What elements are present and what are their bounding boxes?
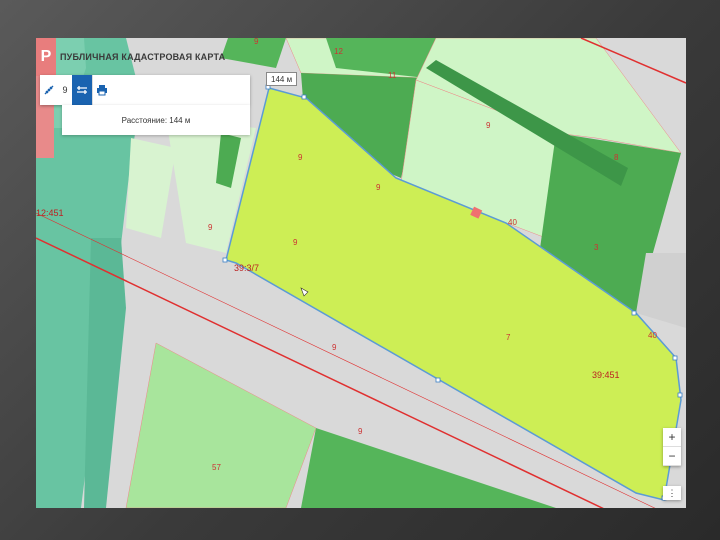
map-label: 9	[298, 153, 303, 162]
app-header: Р ПУБЛИЧНАЯ КАДАСТРОВАЯ КАРТА	[36, 38, 256, 76]
map-label: 39:3/7	[234, 263, 259, 273]
zoom-out-button[interactable]: −	[663, 447, 681, 466]
print-icon[interactable]	[93, 75, 111, 105]
zoom-controls: + −	[663, 428, 681, 466]
map-label: 9	[332, 343, 337, 352]
map-options-button[interactable]: ⋮	[663, 486, 681, 500]
map-label: 3	[594, 243, 599, 252]
logo-icon[interactable]: Р	[36, 38, 56, 76]
ruler-icon[interactable]	[40, 75, 58, 105]
distance-text: Расстояние: 144 м	[121, 115, 191, 125]
zoom-in-button[interactable]: +	[663, 428, 681, 447]
measure-result-panel: Расстояние: 144 м	[62, 105, 250, 135]
map-label: 7	[506, 333, 511, 342]
map-label: 12:451	[36, 208, 64, 218]
options-label: ⋮	[667, 487, 677, 498]
ruler-count: 9	[62, 85, 68, 95]
map-label: 9	[358, 427, 363, 436]
map-label: 9	[208, 223, 213, 232]
app-title: ПУБЛИЧНАЯ КАДАСТРОВАЯ КАРТА	[60, 52, 226, 62]
map-label: 12	[334, 47, 343, 56]
map-label: 40	[648, 331, 657, 340]
distance-measure-icon[interactable]	[72, 75, 92, 105]
map-label: 9	[293, 238, 298, 247]
map-label: 39:451	[592, 370, 620, 380]
map-label: 8	[614, 153, 619, 162]
distance-tooltip: 144 м	[266, 72, 298, 86]
map-viewport[interactable]: 9 12 11 9 9 8 9 40 9 3 9 7 9 9 57 12:451…	[36, 38, 686, 508]
map-label: 9	[486, 121, 491, 130]
map-label: 40	[508, 218, 517, 227]
map-label: 9	[376, 183, 381, 192]
tooltip-text: 144 м	[271, 74, 293, 84]
map-label: 11	[388, 71, 397, 80]
map-label: 57	[212, 463, 221, 472]
measure-toolbar: 9	[40, 75, 250, 105]
